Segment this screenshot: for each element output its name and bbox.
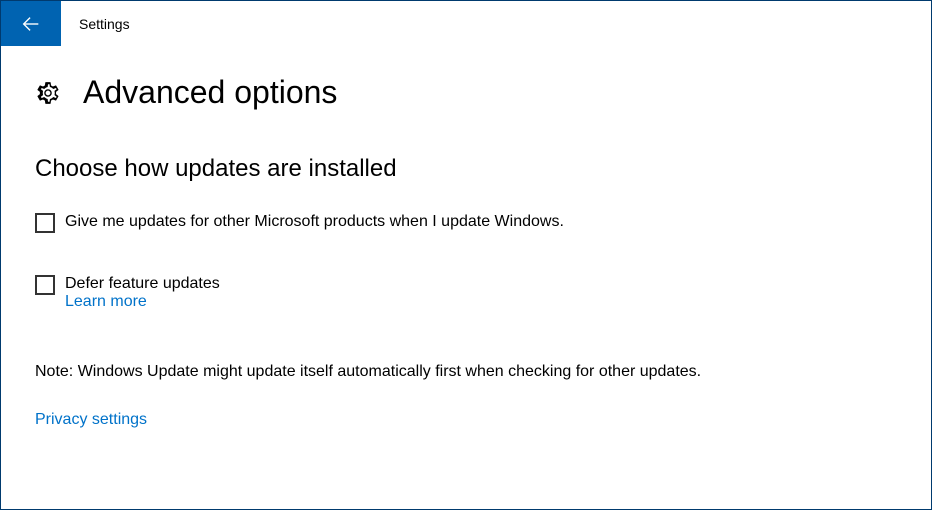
- section-title: Choose how updates are installed: [35, 155, 897, 183]
- checkbox-content: Give me updates for other Microsoft prod…: [65, 213, 564, 231]
- page-title: Advanced options: [83, 74, 337, 111]
- gear-icon: [35, 80, 61, 106]
- learn-more-link[interactable]: Learn more: [65, 293, 220, 311]
- checkbox-content: Defer feature updates Learn more: [65, 275, 220, 311]
- note-text: Note: Windows Update might update itself…: [35, 363, 897, 381]
- checkbox-defer-updates: Defer feature updates Learn more: [35, 275, 897, 311]
- checkbox-label-defer-updates: Defer feature updates: [65, 275, 220, 293]
- checkbox-input-microsoft-products[interactable]: [35, 213, 55, 233]
- header-title: Settings: [61, 16, 130, 32]
- checkbox-label-microsoft-products: Give me updates for other Microsoft prod…: [65, 213, 564, 231]
- content: Advanced options Choose how updates are …: [1, 46, 931, 457]
- checkbox-input-defer-updates[interactable]: [35, 275, 55, 295]
- page-heading: Advanced options: [35, 74, 897, 111]
- arrow-left-icon: [20, 13, 42, 35]
- privacy-settings-link[interactable]: Privacy settings: [35, 411, 147, 428]
- header: Settings: [1, 1, 931, 46]
- back-button[interactable]: [1, 1, 61, 46]
- checkbox-microsoft-products: Give me updates for other Microsoft prod…: [35, 213, 897, 233]
